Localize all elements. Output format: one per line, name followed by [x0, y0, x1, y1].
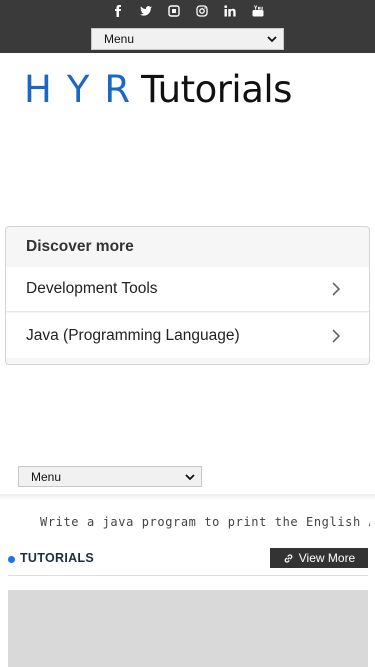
- youtube-icon[interactable]: [250, 3, 265, 18]
- discover-item-label: Development Tools: [26, 280, 158, 297]
- facebook-icon[interactable]: [110, 3, 125, 18]
- discover-more-title: Discover more: [26, 238, 134, 255]
- tutorials-section-header: TUTORIALS View More: [8, 548, 368, 576]
- discover-item-java[interactable]: Java (Programming Language): [6, 313, 369, 358]
- nav-divider: [0, 494, 375, 500]
- chevron-right-icon: [332, 328, 341, 343]
- logo-tutorials-text: Tutorials: [141, 68, 292, 111]
- chevron-right-icon: [332, 282, 341, 296]
- top-bar: Menu: [0, 0, 375, 53]
- menu-dropdown-label: Menu: [31, 469, 62, 484]
- menu-dropdown-nav[interactable]: Menu: [18, 466, 202, 487]
- link-icon: [284, 553, 293, 563]
- chevron-down-icon: [185, 473, 195, 480]
- tutorial-thumbnail-placeholder[interactable]: [8, 590, 368, 667]
- instagram-alt-icon[interactable]: [166, 3, 181, 18]
- discover-more-panel: Discover more Development Tools Java (Pr…: [5, 226, 370, 365]
- menu-dropdown-top[interactable]: Menu: [91, 28, 284, 50]
- view-more-label: View More: [298, 551, 356, 565]
- instagram-icon[interactable]: [194, 3, 209, 18]
- discover-item-label: Java (Programming Language): [26, 326, 240, 344]
- linkedin-icon[interactable]: [222, 3, 237, 18]
- ticker-text: Write a java program to print the Englis…: [40, 515, 370, 529]
- twitter-icon[interactable]: [138, 3, 153, 18]
- social-links: [0, 3, 375, 21]
- section-bullet-icon: [8, 556, 15, 563]
- news-ticker[interactable]: Write a java program to print the Englis…: [40, 515, 370, 529]
- site-logo[interactable]: HYR Tutorials: [24, 68, 354, 111]
- section-title: TUTORIALS: [20, 551, 94, 565]
- chevron-down-icon: [267, 36, 277, 43]
- menu-dropdown-label: Menu: [104, 32, 135, 46]
- view-more-button[interactable]: View More: [270, 548, 368, 568]
- logo-hyr-text: HYR: [24, 68, 146, 111]
- discover-item-development-tools[interactable]: Development Tools: [6, 267, 369, 312]
